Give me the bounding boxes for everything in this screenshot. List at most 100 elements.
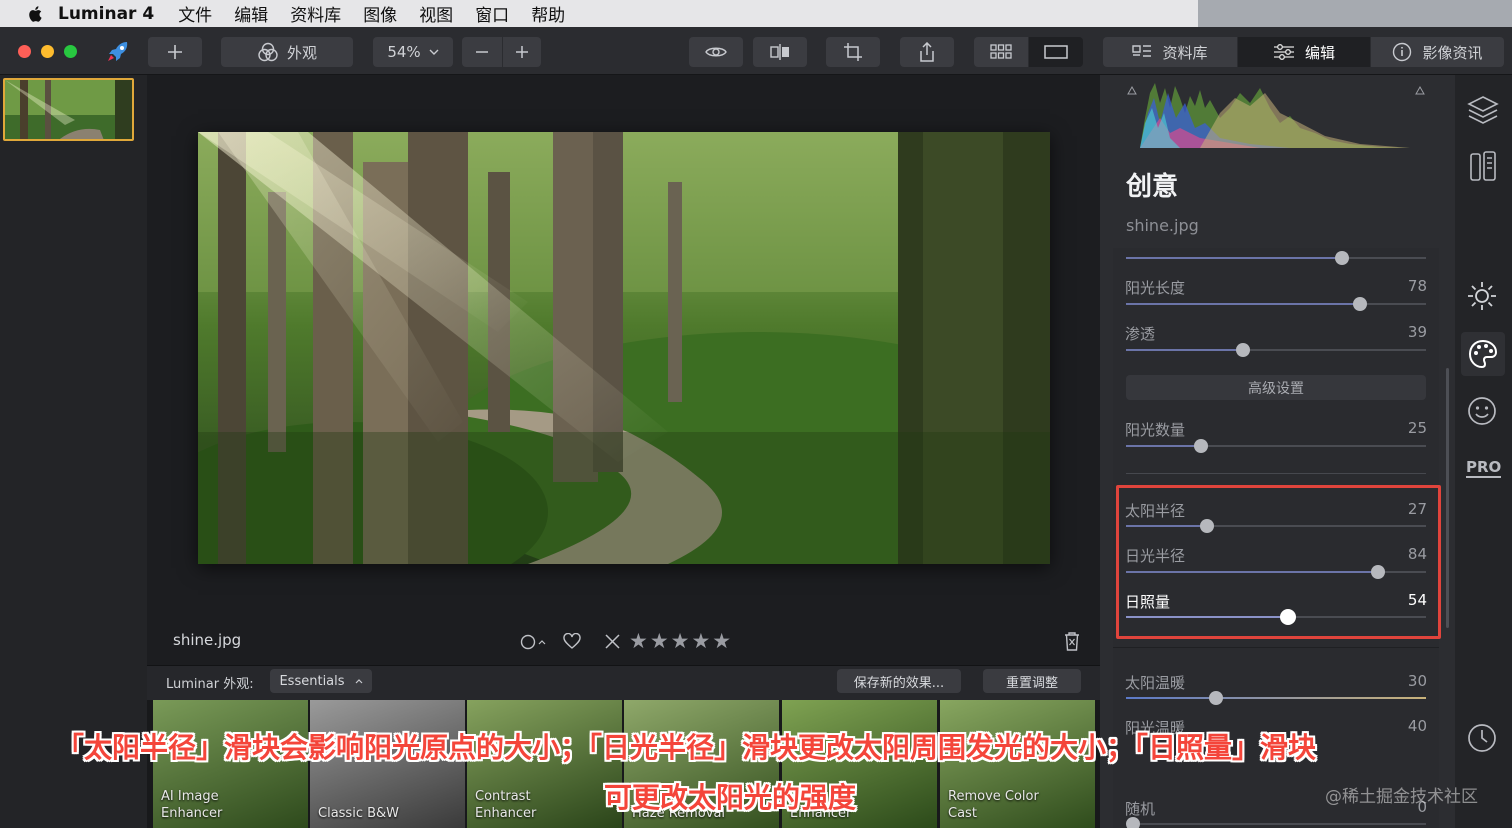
- slider-length[interactable]: [1126, 292, 1426, 316]
- tool-category-bar: [1455, 75, 1512, 828]
- crop-button[interactable]: [826, 37, 880, 67]
- menu-bar: Luminar 4 文件 编辑 资料库 图像 视图 窗口 帮助: [0, 0, 1198, 27]
- creative-palette-icon[interactable]: [1461, 332, 1505, 376]
- menu-bar-extra: [1198, 0, 1512, 27]
- menu-library[interactable]: 资料库: [290, 1, 341, 26]
- color-label-dropdown[interactable]: [520, 633, 548, 655]
- slider-knob[interactable]: [1194, 439, 1208, 453]
- share-icon: [920, 42, 934, 62]
- slider-knob[interactable]: [1236, 343, 1250, 357]
- look-label-line1: Contrast: [475, 789, 531, 804]
- look-label-line2: Enhancer: [161, 806, 223, 821]
- reset-adjustments-button[interactable]: 重置调整: [983, 669, 1081, 693]
- menu-edit[interactable]: 编辑: [234, 1, 268, 26]
- look-label-line2: Classic B&W: [318, 806, 400, 821]
- chevron-up-icon: [355, 679, 362, 684]
- library-icon: [1132, 45, 1152, 57]
- looks-circles-icon: [258, 42, 278, 62]
- minimize-window-button[interactable]: [41, 45, 54, 58]
- tab-info-label: 影像资讯: [1422, 43, 1483, 62]
- layers-icon[interactable]: [1467, 95, 1499, 129]
- menu-app-name[interactable]: Luminar 4: [58, 4, 154, 24]
- slider-track: [1126, 823, 1426, 825]
- divider: [1113, 647, 1439, 648]
- slider-penetration[interactable]: [1126, 338, 1426, 362]
- canvas-filename: shine.jpg: [173, 631, 242, 649]
- trash-icon: [1065, 632, 1079, 651]
- slider-knob[interactable]: [1209, 691, 1223, 705]
- save-look-button[interactable]: 保存新的效果...: [837, 669, 961, 693]
- zoom-value: 54%: [387, 43, 421, 61]
- reject-button[interactable]: [605, 634, 620, 653]
- menu-file[interactable]: 文件: [178, 1, 212, 26]
- pro-icon[interactable]: PRO: [1466, 459, 1502, 478]
- tab-library-label: 资料库: [1162, 43, 1208, 62]
- looks-bar-label: Luminar 外观:: [166, 677, 254, 692]
- forest-photo: [198, 132, 1050, 564]
- add-image-button[interactable]: [148, 37, 202, 67]
- shadow-clipping-warning[interactable]: [1127, 80, 1137, 99]
- advanced-settings-button[interactable]: 高级设置: [1126, 375, 1426, 400]
- slider-knob[interactable]: [1353, 297, 1367, 311]
- slider-value: 40: [1407, 717, 1427, 735]
- looks-button-label: 外观: [286, 43, 317, 62]
- slider-knob[interactable]: [1335, 251, 1349, 265]
- rocket-icon[interactable]: [105, 40, 133, 64]
- tab-info[interactable]: 影像资讯: [1371, 37, 1504, 67]
- essentials-sun-icon[interactable]: [1466, 280, 1498, 316]
- zoom-window-button[interactable]: [64, 45, 77, 58]
- favorite-button[interactable]: [563, 632, 581, 653]
- apple-logo-icon[interactable]: [26, 4, 46, 24]
- delete-button[interactable]: [1063, 631, 1081, 655]
- minus-icon: [476, 51, 488, 53]
- slider-count[interactable]: [1126, 434, 1426, 458]
- main-photo[interactable]: [198, 132, 1050, 564]
- panel-scrollbar[interactable]: [1446, 368, 1449, 628]
- share-button[interactable]: [900, 37, 954, 67]
- crop-icon: [844, 43, 862, 61]
- divider: [1126, 473, 1426, 474]
- highlight-box: [1116, 485, 1441, 639]
- tab-edit-label: 编辑: [1304, 43, 1335, 62]
- single-view-button[interactable]: [1029, 37, 1083, 67]
- zoom-out-button[interactable]: [462, 37, 502, 67]
- zoom-select[interactable]: 54%: [373, 37, 453, 67]
- circle-label-icon: [520, 634, 546, 650]
- slider-fill: [1126, 349, 1243, 351]
- preview-eye-button[interactable]: [689, 37, 743, 67]
- menu-view[interactable]: 视图: [419, 1, 453, 26]
- slider-top[interactable]: [1126, 246, 1426, 270]
- tab-edit[interactable]: 编辑: [1238, 37, 1370, 67]
- highlight-clipping-warning[interactable]: [1415, 80, 1425, 99]
- slider-fill: [1126, 445, 1201, 447]
- looks-button[interactable]: 外观: [221, 37, 353, 67]
- heart-icon: [563, 632, 581, 649]
- look-label-line1: Remove Color: [948, 789, 1039, 804]
- zoom-in-button[interactable]: [503, 37, 541, 67]
- compare-split-icon: [770, 44, 789, 60]
- slider-random[interactable]: [1126, 812, 1426, 828]
- compare-button[interactable]: [753, 37, 807, 67]
- history-clock-icon[interactable]: [1467, 723, 1497, 757]
- plus-icon: [516, 46, 528, 58]
- menu-help[interactable]: 帮助: [531, 1, 565, 26]
- close-window-button[interactable]: [18, 45, 31, 58]
- portrait-face-icon[interactable]: [1466, 395, 1498, 431]
- plus-icon: [168, 45, 182, 59]
- star-rating[interactable]: ★★★★★: [629, 629, 733, 653]
- menu-window[interactable]: 窗口: [475, 1, 509, 26]
- tab-library[interactable]: 资料库: [1103, 37, 1237, 67]
- filmstrip-thumbnail[interactable]: [3, 78, 134, 141]
- canvas-tools-icon[interactable]: [1469, 150, 1497, 186]
- chevron-down-icon: [429, 49, 439, 55]
- menu-image[interactable]: 图像: [363, 1, 397, 26]
- panel-filename: shine.jpg: [1126, 216, 1199, 235]
- single-image-icon: [1044, 45, 1068, 59]
- triangle-icon: [1415, 85, 1425, 95]
- slider-knob[interactable]: [1126, 817, 1140, 828]
- slider-fill: [1126, 257, 1342, 259]
- slider-track: [1126, 697, 1426, 699]
- grid-view-button[interactable]: [974, 37, 1028, 67]
- slider-warmth[interactable]: [1126, 686, 1426, 710]
- looks-category-select[interactable]: Essentials: [270, 669, 372, 693]
